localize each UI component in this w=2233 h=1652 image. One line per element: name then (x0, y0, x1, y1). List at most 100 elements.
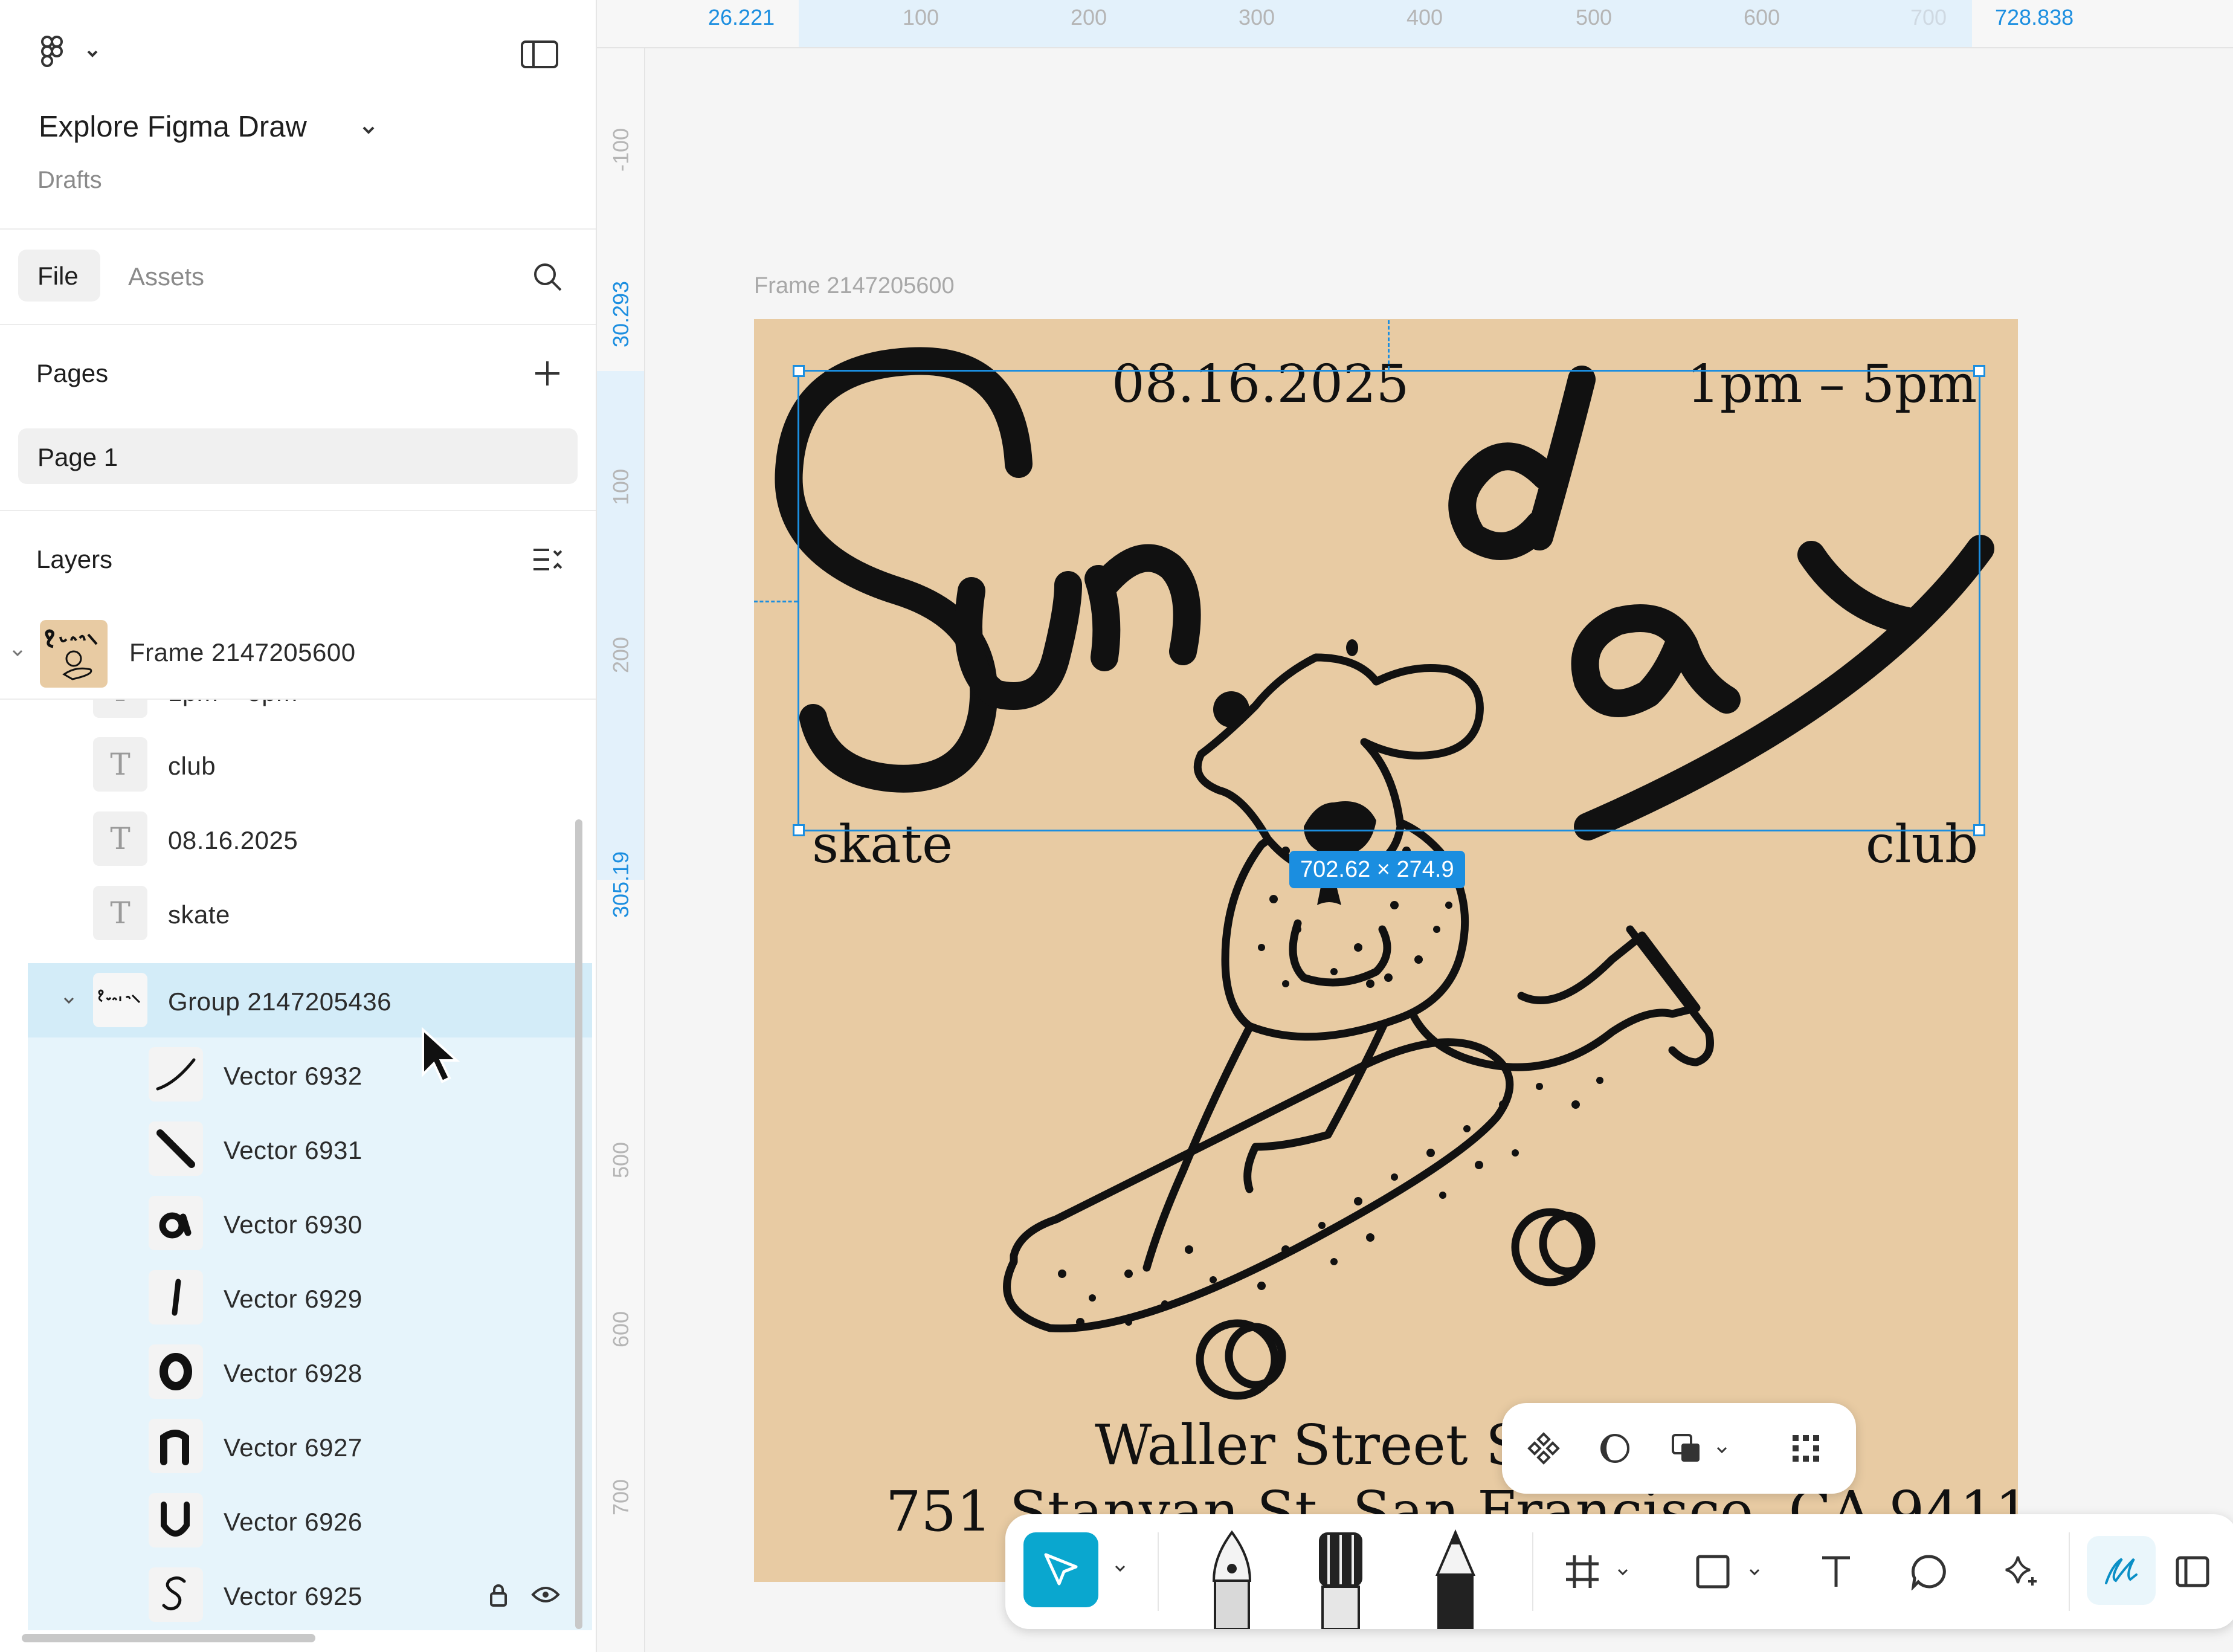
frame-tool-dropdown[interactable] (1611, 1560, 1635, 1584)
divider (0, 324, 596, 325)
ruler-end-value: 305.19 (608, 851, 633, 918)
mask-button[interactable] (1595, 1428, 1635, 1468)
frame-thumbnail (40, 620, 108, 688)
layer-name: Vector 6926 (224, 1508, 362, 1536)
tab-file[interactable]: File (18, 250, 100, 302)
selection-size-badge: 702.62 × 274.9 (1289, 851, 1465, 888)
brush-tool-button[interactable] (1307, 1526, 1374, 1629)
eye-icon (531, 1587, 560, 1602)
layers-list: T 1pm – 5pm T club T 08.16.2025 T skate (0, 700, 596, 1630)
resize-handle[interactable] (793, 365, 805, 377)
shape-tool-button[interactable] (1692, 1550, 1734, 1593)
vector-thumbnail (149, 1047, 203, 1102)
vertical-scrollbar[interactable] (575, 819, 582, 1629)
comment-tool-button[interactable] (1908, 1550, 1950, 1593)
mask-icon (1600, 1434, 1629, 1463)
resize-handle[interactable] (1973, 824, 1985, 836)
ruler-tick: 400 (1406, 5, 1443, 30)
shape-tool-dropdown[interactable] (1742, 1560, 1767, 1584)
ruler-selection-band (799, 0, 1972, 47)
ruler-tick: 500 (608, 1141, 633, 1179)
resize-handle[interactable] (1973, 365, 1985, 377)
layer-name: Vector 6932 (224, 1062, 362, 1090)
file-name[interactable]: Explore Figma Draw (39, 110, 307, 144)
layer-row[interactable]: Vector 6931 (28, 1112, 592, 1186)
toolbar-divider (1532, 1532, 1533, 1611)
layer-name: Vector 6929 (224, 1285, 362, 1313)
group-thumbnail (93, 973, 147, 1027)
chevron-down-icon (87, 50, 98, 57)
layer-row[interactable]: T skate (0, 876, 596, 950)
layer-options-button[interactable] (529, 541, 566, 578)
vector-thumbnail (149, 1270, 203, 1325)
layer-row[interactable]: T club (0, 728, 596, 802)
ruler-tick: 700 (1910, 5, 1947, 30)
ruler-tick: 100 (903, 5, 939, 30)
tab-assets[interactable]: Assets (128, 262, 204, 291)
draw-mode-button[interactable] (2087, 1536, 2156, 1605)
layer-row[interactable]: Vector 6926 (28, 1483, 592, 1558)
move-tool-button[interactable] (1023, 1532, 1098, 1607)
ruler-tick: 600 (608, 1311, 633, 1348)
design-mode-button[interactable] (2171, 1550, 2214, 1593)
boolean-ops-dropdown[interactable] (1710, 1438, 1734, 1462)
divider (0, 510, 596, 511)
toggle-sidebar-button[interactable] (518, 37, 561, 71)
text-layer-icon: T (93, 737, 147, 792)
layer-row[interactable]: Vector 6929 (28, 1260, 592, 1335)
layer-row[interactable]: T 08.16.2025 (0, 802, 596, 876)
ai-tool-button[interactable] (2000, 1550, 2042, 1593)
fountain-pen-icon (1212, 1530, 1252, 1629)
expand-toggle[interactable] (7, 643, 28, 663)
move-tool-dropdown[interactable] (1108, 1557, 1132, 1581)
horizontal-scrollbar[interactable] (22, 1634, 315, 1642)
chevron-down-icon (1749, 1569, 1760, 1576)
selection-bounding-box[interactable] (793, 365, 1985, 836)
layer-row[interactable]: Vector 6930 (28, 1186, 592, 1260)
layer-row[interactable]: Vector 6927 (28, 1409, 592, 1483)
layer-row[interactable]: Vector 6925 (28, 1558, 592, 1630)
stroke-vertical-icon (172, 1279, 181, 1316)
pencil-tool-button[interactable] (1422, 1526, 1489, 1629)
letter-o-icon (160, 1353, 192, 1390)
ruler-start-value: 26.221 (708, 5, 775, 30)
add-page-button[interactable] (529, 355, 566, 392)
file-location[interactable]: Drafts (37, 167, 102, 194)
sunday-thumbnail-icon (98, 989, 141, 1004)
layout-grid-button[interactable] (1786, 1428, 1826, 1468)
layer-row[interactable]: T 1pm – 5pm (0, 700, 596, 728)
file-menu-button[interactable] (356, 118, 381, 142)
component-icon (1527, 1432, 1560, 1465)
boolean-ops-button[interactable] (1666, 1428, 1706, 1468)
left-sidebar: Explore Figma Draw Drafts File Assets Pa… (0, 0, 597, 1652)
layer-name: Vector 6931 (224, 1136, 362, 1164)
ruler-tick: 300 (1239, 5, 1275, 30)
poster-thumbnail-icon (45, 629, 98, 680)
letter-s-icon (162, 1576, 186, 1610)
text-tool-button[interactable] (1815, 1550, 1857, 1593)
pen-tool-button[interactable] (1199, 1526, 1265, 1629)
resize-handle[interactable] (793, 824, 805, 836)
layer-group-row[interactable]: Group 2147205436 (28, 963, 592, 1037)
layer-row[interactable]: Vector 6932 (28, 1037, 592, 1112)
visibility-button[interactable] (530, 1581, 561, 1608)
layer-frame-row[interactable]: Frame 2147205600 (0, 615, 596, 691)
lock-button[interactable] (485, 1581, 512, 1608)
ruler-tick: 600 (1744, 5, 1780, 30)
layers-heading: Layers (36, 545, 113, 573)
stroke-diagonal-icon (156, 1129, 195, 1168)
create-component-button[interactable] (1524, 1428, 1564, 1468)
page-item[interactable]: Page 1 (18, 428, 578, 484)
expand-toggle[interactable] (58, 990, 80, 1012)
vector-thumbnail (149, 1344, 203, 1399)
main-menu-button[interactable] (35, 33, 108, 76)
text-layer-icon: T (93, 886, 147, 940)
ruler-tick: 200 (1071, 5, 1107, 30)
layer-row[interactable]: Vector 6928 (28, 1335, 592, 1409)
bottom-toolbar (1005, 1514, 2233, 1629)
search-button[interactable] (529, 259, 566, 295)
frame-tool-button[interactable] (1561, 1550, 1603, 1593)
ruler-selection-band (597, 371, 644, 880)
top-ruler: 26.221 100 200 300 400 500 600 700 728.8… (597, 0, 2233, 48)
frame-label[interactable]: Frame 2147205600 (754, 273, 955, 299)
